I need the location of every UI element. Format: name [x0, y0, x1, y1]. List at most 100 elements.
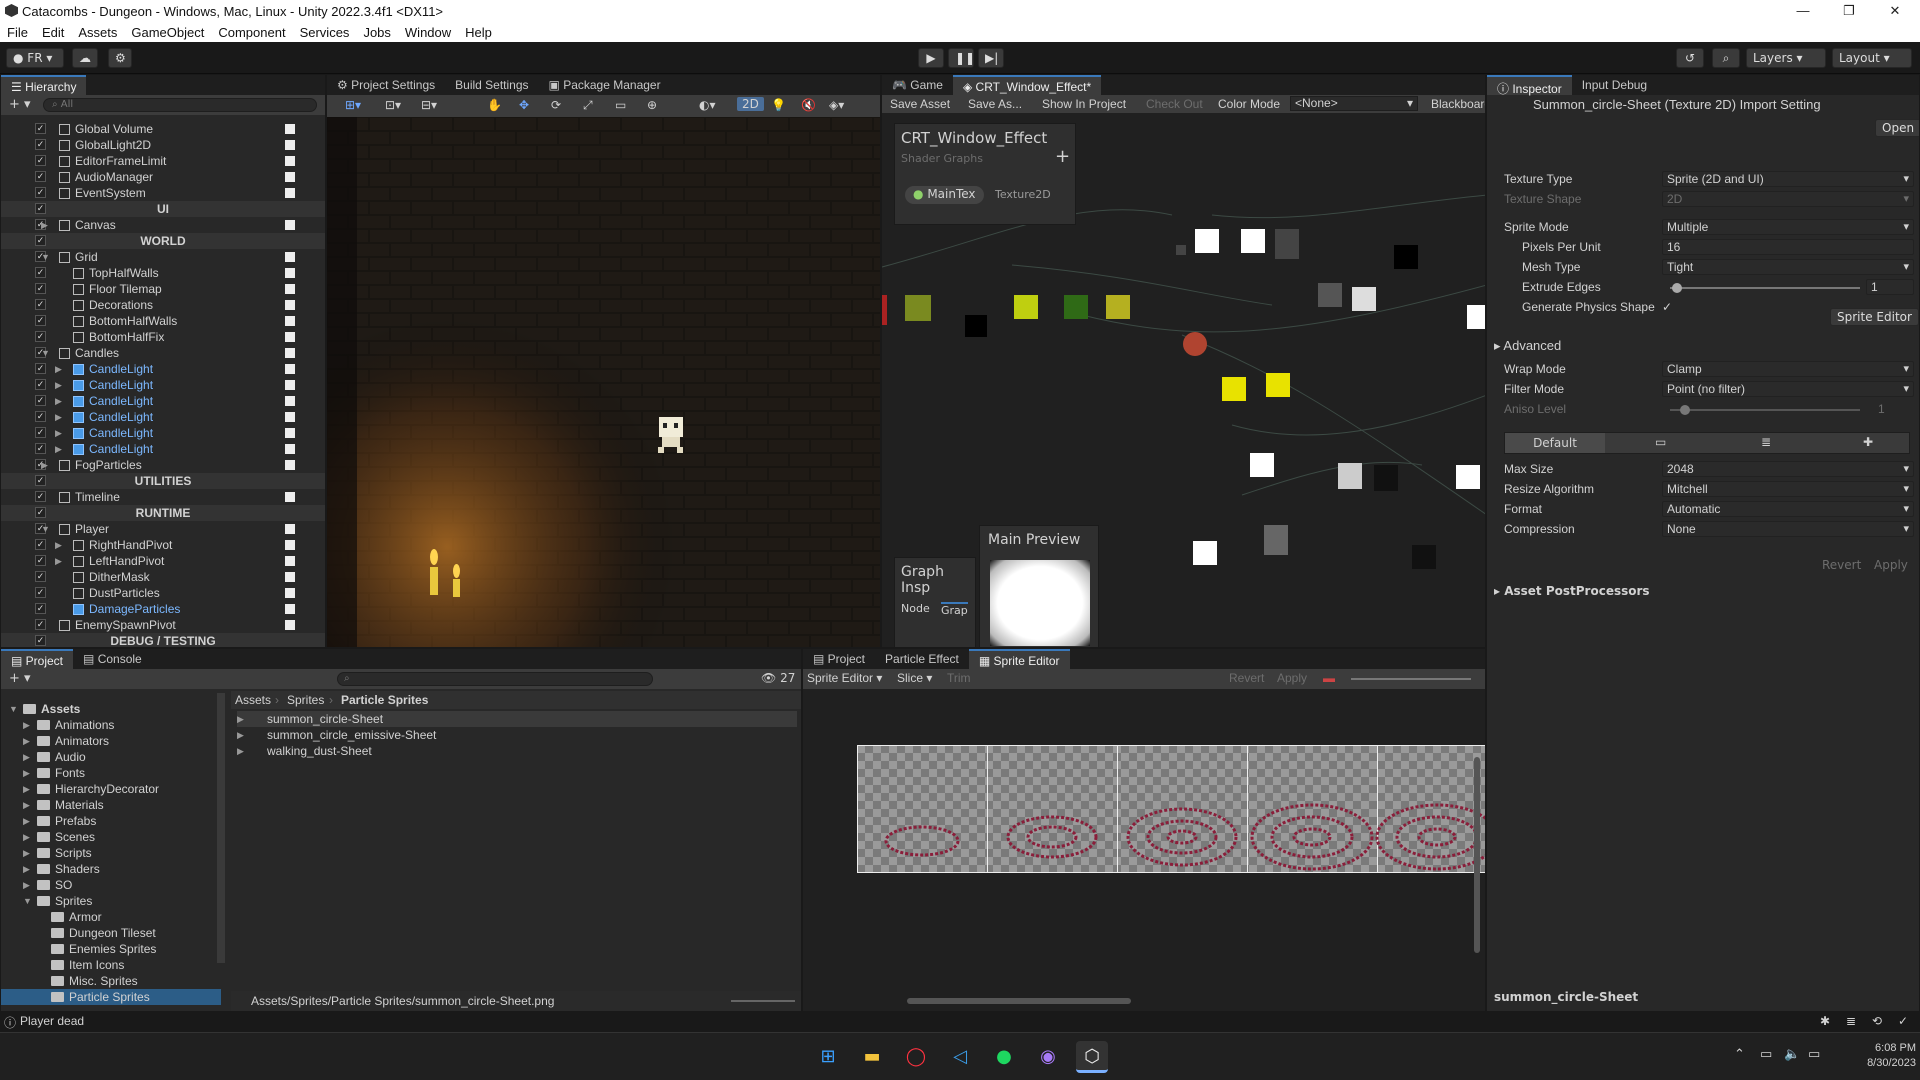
history-icon[interactable]: ↺: [1676, 48, 1704, 68]
expand-arrow-icon[interactable]: ▶: [55, 393, 62, 409]
scene-viewport[interactable]: [327, 117, 881, 648]
play-button[interactable]: ▶: [918, 48, 944, 68]
hierarchy-row[interactable]: ✓ DustParticles: [1, 585, 325, 601]
tray-chevron-icon[interactable]: ⌃: [1734, 1047, 1745, 1062]
visibility-checkbox[interactable]: ✓: [35, 619, 46, 630]
expand-arrow-icon[interactable]: ▶: [55, 425, 62, 441]
hierarchy-row[interactable]: ✓ EditorFrameLimit: [1, 153, 325, 169]
visibility-checkbox[interactable]: ✓: [35, 155, 46, 166]
revert-button[interactable]: Revert: [1822, 558, 1861, 572]
unity-taskbar-icon[interactable]: ⬡: [1076, 1041, 1108, 1073]
check-icon[interactable]: ✓: [1898, 1014, 1908, 1028]
hierarchy-row[interactable]: ✓ ▶ CandleLight: [1, 441, 325, 457]
expand-arrow-icon[interactable]: ▶: [55, 377, 62, 393]
tree-scrollbar[interactable]: [217, 693, 225, 963]
trim-button[interactable]: Trim: [947, 671, 971, 685]
visibility-checkbox[interactable]: ✓: [35, 379, 46, 390]
visibility-checkbox[interactable]: ✓: [35, 603, 46, 614]
visibility-checkbox[interactable]: ✓: [35, 411, 46, 422]
android-platform-icon[interactable]: ✚: [1863, 435, 1873, 449]
folder-tree-item[interactable]: ▶ Materials: [1, 797, 221, 813]
menu-gameobject[interactable]: GameObject: [124, 25, 211, 40]
move-tool-icon[interactable]: ✥: [519, 98, 529, 112]
hierarchy-row[interactable]: ✓ Timeline: [1, 489, 325, 505]
maintex-property[interactable]: ● MainTex: [905, 186, 984, 204]
expand-arrow-icon[interactable]: ▶: [23, 861, 30, 877]
menu-assets[interactable]: Assets: [71, 25, 124, 40]
hierarchy-row[interactable]: ✓ ▶ FogParticles: [1, 457, 325, 473]
expand-arrow-icon[interactable]: ▶: [41, 217, 48, 233]
expand-arrow-open-icon[interactable]: ▼: [41, 249, 50, 265]
color-channel-icon[interactable]: ▬: [1323, 671, 1335, 685]
expand-arrow-icon[interactable]: ▶: [23, 813, 30, 829]
tab-package-manager[interactable]: ▣ Package Manager: [539, 75, 671, 95]
expand-arrow-icon[interactable]: ▶: [55, 361, 62, 377]
hierarchy-row[interactable]: ✓ ▶ CandleLight: [1, 361, 325, 377]
se-apply-button[interactable]: Apply: [1277, 671, 1307, 685]
tab-particle-effect[interactable]: Particle Effect: [875, 649, 969, 669]
field-dropdown[interactable]: Point (no filter): [1662, 381, 1914, 397]
visibility-checkbox[interactable]: ✓: [35, 491, 46, 502]
expand-arrow-icon[interactable]: ▶: [23, 829, 30, 845]
expand-arrow-icon[interactable]: ▶: [23, 781, 30, 797]
transform-tool-icon[interactable]: ⊕: [647, 98, 657, 112]
field-dropdown[interactable]: Tight: [1662, 259, 1914, 275]
mode-2d-button[interactable]: 2D: [737, 97, 764, 111]
effects-icon[interactable]: ◈▾: [829, 98, 844, 112]
hierarchy-row[interactable]: ✓ ▼ Candles: [1, 345, 325, 361]
folder-tree-item[interactable]: ▶ HierarchyDecorator: [1, 781, 221, 797]
gi-tab-node[interactable]: Node: [901, 602, 930, 615]
hierarchy-row[interactable]: ✓ WORLD: [1, 233, 325, 249]
field-dropdown[interactable]: 2048: [1662, 461, 1914, 477]
volume-icon[interactable]: 🔈: [1784, 1047, 1800, 1062]
extrude-edges-slider[interactable]: [1670, 283, 1860, 293]
folder-tree-item[interactable]: ▶ Prefabs: [1, 813, 221, 829]
webgl-platform-icon[interactable]: ≣: [1761, 435, 1771, 449]
folder-tree-item[interactable]: ▶ Shaders: [1, 861, 221, 877]
layout-dropdown[interactable]: Layout ▾: [1832, 48, 1912, 68]
folder-tree-item[interactable]: Misc. Sprites: [1, 973, 221, 989]
search-icon[interactable]: ⌕: [1712, 48, 1740, 68]
folder-tree-item[interactable]: ▼ Sprites: [1, 893, 221, 909]
field-dropdown[interactable]: Automatic: [1662, 501, 1914, 517]
hierarchy-row[interactable]: ✓ AudioManager: [1, 169, 325, 185]
visibility-checkbox[interactable]: ✓: [35, 331, 46, 342]
expand-arrow-icon[interactable]: ▶: [23, 717, 30, 733]
visibility-checkbox[interactable]: ✓: [35, 443, 46, 454]
hierarchy-row[interactable]: ✓ DamageParticles: [1, 601, 325, 617]
clock[interactable]: 6:08 PM 8/30/2023: [1836, 1041, 1916, 1071]
maximize-button[interactable]: ❐: [1826, 0, 1872, 22]
opera-icon[interactable]: ◯: [900, 1041, 932, 1073]
tab-inspector[interactable]: ⓘ Inspector: [1487, 75, 1572, 96]
field-dropdown[interactable]: Multiple: [1662, 219, 1914, 235]
network-icon[interactable]: ▭: [1760, 1047, 1772, 1062]
expand-arrow-icon[interactable]: ▶: [55, 553, 62, 569]
visibility-checkbox[interactable]: ✓: [35, 571, 46, 582]
hierarchy-row[interactable]: ✓ DEBUG / TESTING: [1, 633, 325, 647]
hierarchy-row[interactable]: ✓ ▶ CandleLight: [1, 377, 325, 393]
tab-crt-window-effect[interactable]: ◈ CRT_Window_Effect*: [952, 75, 1102, 95]
blackboard-button[interactable]: Blackboard: [1431, 97, 1485, 111]
pause-button[interactable]: ❚❚: [948, 48, 975, 68]
se-revert-button[interactable]: Revert: [1229, 671, 1264, 685]
sprite-editor-hscroll[interactable]: [813, 995, 1473, 1007]
visibility-checkbox[interactable]: ✓: [35, 139, 46, 150]
standalone-platform-icon[interactable]: ▭: [1655, 435, 1666, 449]
field-dropdown[interactable]: Mitchell: [1662, 481, 1914, 497]
visibility-checkbox[interactable]: ✓: [35, 363, 46, 374]
hierarchy-row[interactable]: ✓ ▶ CandleLight: [1, 409, 325, 425]
gi-tab-graph[interactable]: Grap: [941, 602, 968, 617]
close-button[interactable]: ✕: [1872, 0, 1918, 22]
expand-arrow-icon[interactable]: ▶: [237, 727, 244, 743]
account-button[interactable]: ● FR ▾: [6, 48, 64, 68]
folder-tree-item[interactable]: Armor: [1, 909, 221, 925]
create-icon[interactable]: + ▾: [9, 671, 31, 686]
folder-tree-item[interactable]: ▶ Scenes: [1, 829, 221, 845]
hierarchy-row[interactable]: ✓ ▼ Grid: [1, 249, 325, 265]
github-desktop-icon[interactable]: ◉: [1032, 1041, 1064, 1073]
visibility-checkbox[interactable]: ✓: [35, 427, 46, 438]
hierarchy-row[interactable]: ✓ TopHalfWalls: [1, 265, 325, 281]
asset-list-item[interactable]: ▶ walking_dust-Sheet: [237, 743, 797, 759]
folder-tree-item[interactable]: Particle Sprites: [1, 989, 221, 1005]
hierarchy-row[interactable]: ✓ ▶ CandleLight: [1, 393, 325, 409]
